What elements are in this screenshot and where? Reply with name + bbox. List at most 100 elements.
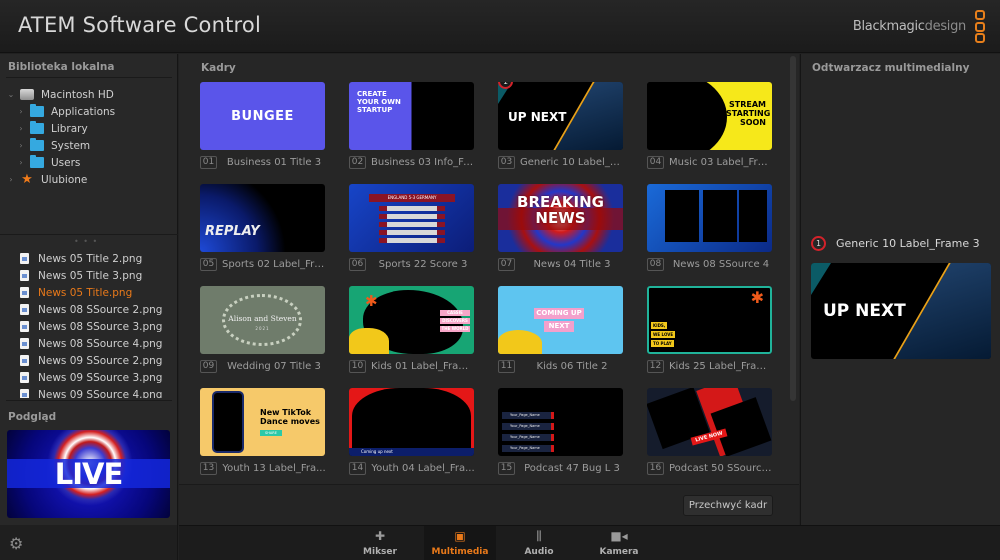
frame-item[interactable]: LIVE NOW 16 Podcast 50 SSource 4 bbox=[647, 388, 774, 488]
frame-item[interactable]: ✱ CASSIE DISCOVERS THE WORLD 10 Kids 01 Label… bbox=[349, 286, 476, 386]
thumb-text: Your_Page_Name bbox=[502, 445, 554, 452]
folder-icon bbox=[30, 138, 44, 151]
source-box bbox=[739, 190, 767, 242]
thumb-text: Coming up next bbox=[349, 448, 474, 456]
frame-thumbnail[interactable]: CREATE YOUR OWN STARTUP bbox=[349, 82, 474, 150]
file-item[interactable]: News 08 SSource 3.png bbox=[0, 318, 178, 335]
frames-scrollbar[interactable] bbox=[790, 56, 796, 401]
frame-label: Generic 10 Label_Fr... bbox=[520, 157, 624, 168]
frame-item[interactable]: 08 News 08 SSource 4 bbox=[647, 184, 774, 284]
frame-thumbnail[interactable]: LIVE NOW bbox=[647, 388, 772, 456]
nav-tab-label: Multimedia bbox=[431, 547, 489, 557]
frame-thumbnail[interactable]: New TikTok Dance moves SHARE bbox=[200, 388, 325, 456]
file-item[interactable]: News 05 Title 2.png bbox=[0, 250, 178, 267]
frame-label: Kids 06 Title 2 bbox=[536, 361, 608, 372]
frame-item[interactable]: Alison and Steven 2021 09 Wedding 07 Title … bbox=[200, 286, 327, 386]
frame-item[interactable]: UP NEXT103Generic 10 Label_Fr... bbox=[498, 82, 625, 182]
chevron-right-icon[interactable]: › bbox=[6, 175, 16, 184]
nav-tab-label: Audio bbox=[524, 547, 554, 557]
thumb-decor bbox=[893, 263, 991, 359]
file-item[interactable]: News 09 SSource 3.png bbox=[0, 369, 178, 386]
nav-tab-audio[interactable]: ⫼ Audio bbox=[503, 526, 575, 560]
frame-item[interactable]: BUNGEE 01 Business 01 Title 3 bbox=[200, 82, 327, 182]
frame-thumbnail[interactable]: UP NEXT bbox=[498, 82, 623, 150]
chevron-right-icon[interactable]: › bbox=[16, 107, 26, 116]
frame-item[interactable]: ENGLAND 5-3 GERMANY 06 Sports 22 Score 3 bbox=[349, 184, 476, 284]
frame-item[interactable]: STREAM STARTING SOON 04 Music 03 Label_Fra… bbox=[647, 82, 774, 182]
thumb-text: REPLAY bbox=[205, 224, 260, 239]
tree-item[interactable]: › System bbox=[0, 137, 178, 154]
file-item[interactable]: News 09 SSource 2.png bbox=[0, 352, 178, 369]
tree-item[interactable]: ⌄ Macintosh HD bbox=[0, 86, 178, 103]
frame-item[interactable]: New TikTok Dance moves SHARE 13 Youth 13 La… bbox=[200, 388, 327, 488]
frame-number: 04 bbox=[647, 156, 664, 169]
nav-tab-mikser[interactable]: ✚ Mikser bbox=[344, 526, 416, 560]
divider bbox=[6, 400, 172, 401]
capture-frame-button[interactable]: Przechwyć kadr bbox=[683, 495, 773, 516]
frame-item[interactable]: REPLAY 05 Sports 02 Label_Fra... bbox=[200, 184, 327, 284]
title-bar: ATEM Software Control Blackmagicdesign bbox=[0, 0, 1000, 53]
frame-item[interactable]: ✱ KIDS, WE LOVE TO PLAY 12 Kids 25 Label_Fram… bbox=[647, 286, 774, 386]
file-name: News 08 SSource 3.png bbox=[38, 320, 163, 333]
frame-thumbnail[interactable]: Your_Page_Name Your_Page_Name Your_Page_Na… bbox=[498, 388, 623, 456]
preview-title: Podgląd bbox=[8, 411, 57, 423]
frame-item[interactable]: BREAKING NEWS 07 News 04 Title 3 bbox=[498, 184, 625, 284]
nav-tab-multimedia[interactable]: ▣ Multimedia bbox=[424, 526, 496, 560]
frame-thumbnail[interactable]: ✱ KIDS, WE LOVE TO PLAY bbox=[647, 286, 772, 354]
nav-tab-kamera[interactable]: ■◂ Kamera bbox=[583, 526, 655, 560]
image-file-icon bbox=[20, 338, 29, 349]
tree-item[interactable]: › Library bbox=[0, 120, 178, 137]
frame-thumbnail[interactable]: BUNGEE bbox=[200, 82, 325, 150]
splitter-handle[interactable]: • • • bbox=[74, 237, 98, 246]
file-item[interactable]: News 08 SSource 2.png bbox=[0, 301, 178, 318]
media-player-thumbnail[interactable]: UP NEXT bbox=[811, 263, 991, 359]
thumb-text: STREAM STARTING SOON bbox=[726, 100, 771, 127]
chevron-right-icon[interactable]: › bbox=[16, 124, 26, 133]
frame-thumbnail[interactable]: Coming up next bbox=[349, 388, 474, 456]
mixer-icon: ✚ bbox=[374, 529, 386, 543]
preview-image: LIVE bbox=[7, 430, 170, 518]
frame-thumbnail[interactable]: STREAM STARTING SOON bbox=[647, 82, 772, 150]
frame-thumbnail[interactable]: COMING UP NEXT bbox=[498, 286, 623, 354]
tree-item[interactable]: › ★ Ulubione bbox=[0, 171, 178, 188]
chevron-right-icon[interactable]: › bbox=[16, 158, 26, 167]
file-item[interactable]: News 08 SSource 4.png bbox=[0, 335, 178, 352]
frame-number: 12 bbox=[647, 360, 664, 373]
chevron-right-icon[interactable]: › bbox=[16, 141, 26, 150]
left-panel: Biblioteka lokalna ⌄ Macintosh HD › Applica… bbox=[0, 54, 178, 525]
audio-faders-icon: ⫼ bbox=[536, 529, 542, 543]
frame-item[interactable]: COMING UP NEXT 11 Kids 06 Title 2 bbox=[498, 286, 625, 386]
frame-number: 14 bbox=[349, 462, 366, 475]
frame-number: 03 bbox=[498, 156, 515, 169]
thumb-decor bbox=[349, 328, 389, 354]
preview-text: LIVE bbox=[54, 457, 124, 491]
tree-item[interactable]: › Users bbox=[0, 154, 178, 171]
media-icon: ▣ bbox=[454, 529, 466, 543]
frame-thumbnail[interactable]: ENGLAND 5-3 GERMANY bbox=[349, 184, 474, 252]
frame-item[interactable]: CREATE YOUR OWN STARTUP 02 Business 03 Inf… bbox=[349, 82, 476, 182]
gear-icon[interactable]: ⚙ bbox=[9, 534, 23, 553]
tree-item-label: Ulubione bbox=[41, 173, 88, 186]
score-row bbox=[379, 238, 445, 243]
tree-item[interactable]: › Applications bbox=[0, 103, 178, 120]
file-item[interactable]: News 05 Title 3.png bbox=[0, 267, 178, 284]
score-row bbox=[379, 206, 445, 211]
file-item[interactable]: News 09 SSource 4.png bbox=[0, 386, 178, 398]
current-frame-label: Generic 10 Label_Frame 3 bbox=[836, 237, 980, 250]
frame-thumbnail[interactable]: ✱ CASSIE DISCOVERS THE WORLD bbox=[349, 286, 474, 354]
frame-item[interactable]: Your_Page_Name Your_Page_Name Your_Page_Na… bbox=[498, 388, 625, 488]
frame-thumbnail[interactable] bbox=[647, 184, 772, 252]
frame-label: Podcast 47 Bug L 3 bbox=[524, 463, 620, 474]
frame-number: 09 bbox=[200, 360, 217, 373]
chevron-down-icon[interactable]: ⌄ bbox=[6, 90, 16, 99]
frame-item[interactable]: Coming up next 14 Youth 04 Label_Fra... bbox=[349, 388, 476, 488]
frame-thumbnail[interactable]: BREAKING NEWS bbox=[498, 184, 623, 252]
frame-thumbnail[interactable]: Alison and Steven 2021 bbox=[200, 286, 325, 354]
app-title: ATEM Software Control bbox=[18, 13, 261, 37]
image-file-icon bbox=[20, 253, 29, 264]
thumb-text: WE LOVE bbox=[651, 331, 676, 338]
frame-number: 11 bbox=[498, 360, 515, 373]
file-item[interactable]: News 05 Title.png bbox=[0, 284, 178, 301]
frame-thumbnail[interactable]: REPLAY bbox=[200, 184, 325, 252]
thumb-text: COMING UP bbox=[534, 308, 584, 319]
